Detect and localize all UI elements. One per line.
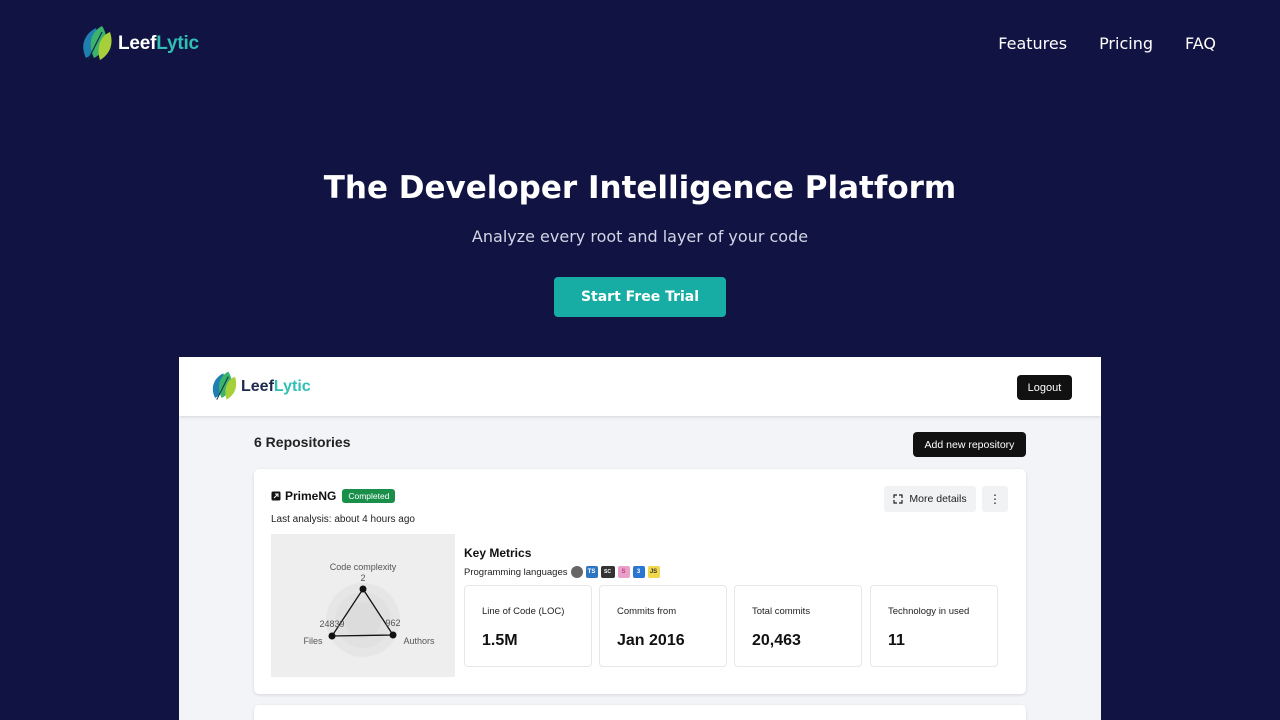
radar-axis-label-authors: Authors bbox=[403, 636, 435, 646]
metric-label: Line of Code (LOC) bbox=[482, 606, 565, 617]
metric-card-commits-from: Commits from Jan 2016 bbox=[599, 585, 727, 667]
nav-link-features[interactable]: Features bbox=[998, 34, 1067, 53]
last-analysis-text: Last analysis: about 4 hours ago bbox=[271, 514, 415, 525]
leaf-logo-icon bbox=[212, 371, 237, 400]
metric-value: 1.5M bbox=[482, 632, 518, 649]
scss-icon: SC bbox=[600, 566, 615, 578]
key-metrics-title: Key Metrics bbox=[464, 546, 532, 560]
logo-text: LeefLytic bbox=[118, 33, 199, 55]
more-details-button[interactable]: More details bbox=[884, 486, 976, 512]
kebab-menu-icon: ⋮ bbox=[989, 492, 1001, 506]
logout-button[interactable]: Logout bbox=[1017, 375, 1072, 400]
expand-icon bbox=[893, 494, 903, 504]
programming-languages-label: Programming languages bbox=[464, 566, 568, 578]
javascript-icon: JS bbox=[647, 566, 660, 578]
start-free-trial-button[interactable]: Start Free Trial bbox=[554, 277, 726, 317]
repositories-heading: 6 Repositories bbox=[254, 434, 351, 450]
leeflytic-logo[interactable]: LeefLytic bbox=[80, 24, 199, 64]
metric-value: 11 bbox=[888, 632, 905, 649]
app-preview-screenshot: LeefLytic Logout 6 Repositories Add new … bbox=[179, 357, 1101, 720]
more-options-button[interactable]: ⋮ bbox=[982, 486, 1008, 512]
sass-icon: S bbox=[617, 566, 630, 578]
metric-card-total-commits: Total commits 20,463 bbox=[734, 585, 862, 667]
programming-languages-row: Programming languages TS SC S 3 JS bbox=[464, 566, 660, 578]
repo-icon bbox=[271, 491, 281, 501]
logo-text-part2: Lytic bbox=[156, 33, 199, 54]
repository-card: PrimeNG Completed Last analysis: about 4… bbox=[254, 469, 1026, 694]
nav-link-faq[interactable]: FAQ bbox=[1185, 34, 1216, 53]
radar-value-authors: 962 bbox=[385, 618, 400, 628]
radar-point-authors bbox=[389, 631, 397, 639]
radar-chart: Code complexity 2 Authors 962 Files 2483… bbox=[271, 534, 455, 677]
more-details-label: More details bbox=[909, 493, 967, 505]
hero-subtitle: Analyze every root and layer of your cod… bbox=[471, 227, 809, 246]
typescript-icon: TS bbox=[585, 566, 598, 578]
radar-axis-label-files: Files bbox=[303, 636, 323, 646]
top-nav: LeefLytic Features Pricing FAQ bbox=[0, 0, 1280, 90]
metric-card-loc: Line of Code (LOC) 1.5M bbox=[464, 585, 592, 667]
status-badge: Completed bbox=[342, 489, 396, 503]
nav-links: Features Pricing FAQ bbox=[998, 34, 1216, 53]
radar-value-complexity: 2 bbox=[360, 573, 365, 583]
radar-chart-svg: Code complexity 2 Authors 962 Files 2483… bbox=[303, 562, 435, 657]
preview-logo: LeefLytic bbox=[210, 370, 311, 403]
radar-point-complexity bbox=[359, 585, 367, 593]
metric-value: Jan 2016 bbox=[617, 632, 685, 649]
preview-header: LeefLytic Logout bbox=[179, 357, 1101, 416]
preview-logo-part1: Leef bbox=[241, 377, 274, 395]
css3-icon: 3 bbox=[632, 566, 645, 578]
generic-language-icon bbox=[570, 566, 583, 578]
metric-card-technology: Technology in used 11 bbox=[870, 585, 998, 667]
preview-logo-text: LeefLytic bbox=[241, 378, 311, 396]
metric-label: Technology in used bbox=[888, 606, 970, 617]
radar-point-files bbox=[328, 632, 336, 640]
hero-title: The Developer Intelligence Platform bbox=[323, 170, 957, 206]
radar-axis-label-complexity: Code complexity bbox=[330, 562, 397, 572]
radar-value-files: 24839 bbox=[319, 619, 344, 629]
nav-link-pricing[interactable]: Pricing bbox=[1099, 34, 1153, 53]
repo-name[interactable]: PrimeNG bbox=[285, 489, 336, 503]
metric-value: 20,463 bbox=[752, 632, 801, 649]
repo-title: PrimeNG Completed bbox=[271, 489, 396, 503]
logo-text-part1: Leef bbox=[118, 33, 157, 54]
metric-label: Total commits bbox=[752, 606, 811, 617]
metric-label: Commits from bbox=[617, 606, 677, 617]
add-new-repository-button[interactable]: Add new repository bbox=[913, 432, 1026, 457]
leaf-logo-icon bbox=[83, 26, 112, 61]
repository-card-next bbox=[254, 705, 1026, 720]
preview-logo-part2: Lytic bbox=[273, 377, 311, 395]
